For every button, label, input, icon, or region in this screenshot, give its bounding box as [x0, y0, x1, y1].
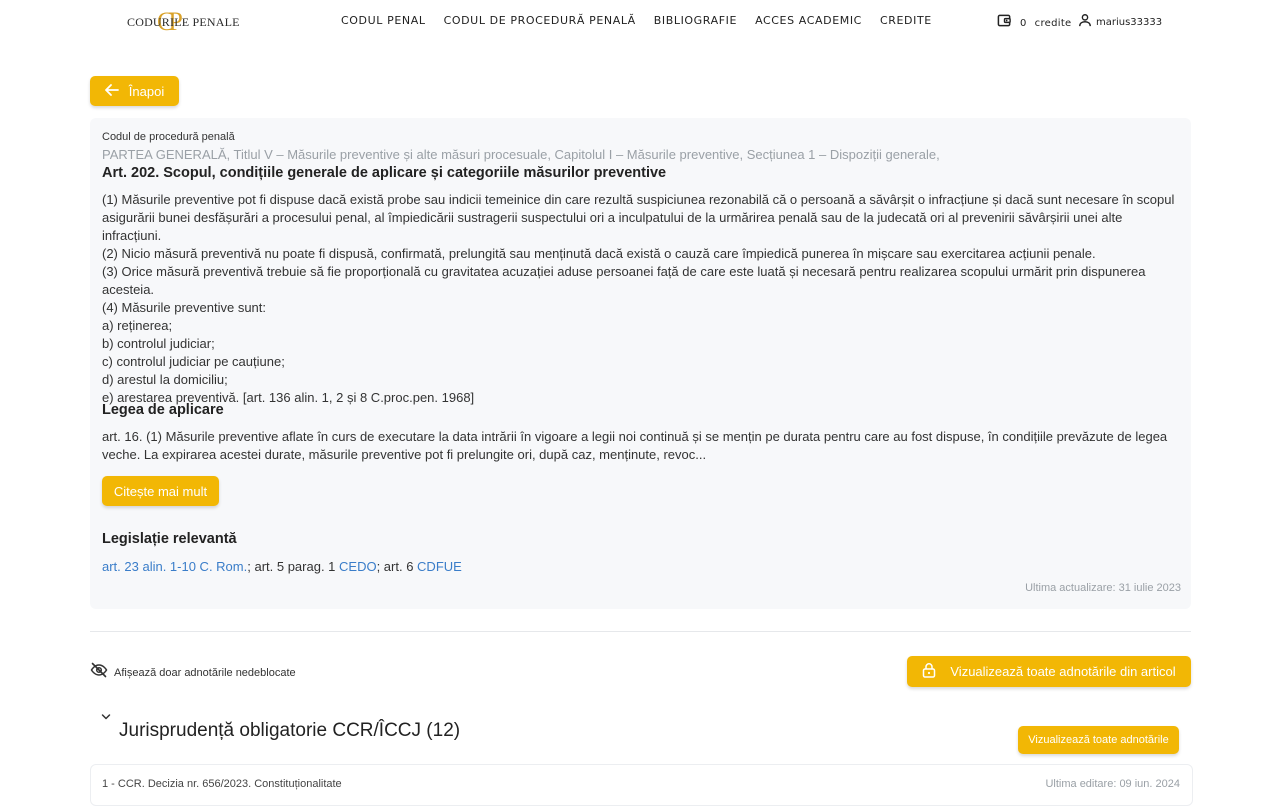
top-navbar: CP CODURILE PENALE CODUL PENAL CODUL DE …	[0, 0, 1280, 44]
arrow-left-icon	[104, 83, 119, 99]
back-label: Înapoi	[128, 83, 165, 99]
article-paragraph: b) controlul judiciar;	[102, 336, 215, 351]
article-paragraph: a) reținerea;	[102, 318, 173, 333]
view-all-annotations-button[interactable]: Vizualizează toate adnotările	[1018, 726, 1179, 754]
article-paragraph: d) arestul la domiciliu;	[102, 372, 228, 387]
breadcrumb: PARTEA GENERALĂ, Titlul V – Măsurile pre…	[102, 147, 940, 162]
credits-count: 0	[1020, 17, 1027, 29]
article-title: Art. 202. Scopul, condițiile generale de…	[102, 165, 667, 181]
lock-icon	[922, 662, 936, 681]
annotation-edit-date: Ultima editare: 09 iun. 2024	[1045, 778, 1180, 790]
legis-separator: ; art. 5 parag. 1	[247, 559, 340, 574]
nav-credite[interactable]: CREDITE	[880, 14, 932, 27]
nav-acces-academic[interactable]: ACCES ACADEMIC	[755, 14, 862, 27]
divider	[90, 631, 1191, 632]
article-card: Codul de procedură penală PARTEA GENERAL…	[90, 118, 1191, 609]
nav-bibliografie[interactable]: BIBLIOGRAFIE	[654, 14, 737, 27]
site-logo[interactable]: CP CODURILE PENALE	[127, 8, 239, 36]
law-section-title: Legea de aplicare	[102, 402, 224, 418]
article-paragraph: (3) Orice măsură preventivă trebuie să f…	[102, 264, 1146, 297]
user-menu[interactable]: marius33333	[1078, 13, 1162, 32]
article-body: (1) Măsurile preventive pot fi dispuse d…	[102, 191, 1180, 407]
legislation-links: art. 23 alin. 1-10 C. Rom.; art. 5 parag…	[102, 559, 462, 574]
article-paragraph: e) arestarea preventivă. [art. 136 alin.…	[102, 390, 475, 405]
show-unlocked-toggle[interactable]: Afișează doar adnotările nedeblocate	[90, 662, 296, 683]
show-unlocked-label: Afișează doar adnotările nedeblocate	[114, 666, 296, 679]
credits-indicator[interactable]: 0 credite	[997, 13, 1072, 33]
legis-link-cdfue[interactable]: CDFUE	[417, 559, 462, 574]
chevron-down-icon[interactable]	[101, 708, 111, 726]
article-paragraph: c) controlul judiciar pe cauțiune;	[102, 354, 285, 369]
credits-label: credite	[1034, 17, 1072, 29]
wallet-icon	[997, 13, 1012, 33]
legislation-title: Legislație relevantă	[102, 531, 237, 547]
main-nav: CODUL PENAL CODUL DE PROCEDURĂ PENALĂ BI…	[341, 14, 932, 27]
view-all-article-label: Vizualizează toate adnotările din artico…	[950, 664, 1176, 679]
article-paragraph: (2) Nicio măsură preventivă nu poate fi …	[102, 246, 1096, 261]
jurisprudence-section-title: Jurisprudență obligatorie CCR/ÎCCJ (12)	[119, 720, 461, 741]
logo-text: CODURILE PENALE	[127, 15, 240, 29]
legis-link-cedo[interactable]: CEDO	[339, 559, 377, 574]
user-icon	[1078, 13, 1092, 32]
annotation-label: 1 - CCR. Decizia nr. 656/2023. Constituț…	[102, 778, 342, 790]
last-updated: Ultima actualizare: 31 iulie 2023	[1025, 582, 1181, 594]
nav-codul-penal[interactable]: CODUL PENAL	[341, 14, 426, 27]
legis-separator: ; art. 6	[376, 559, 418, 574]
back-button[interactable]: Înapoi	[90, 76, 179, 106]
law-text: art. 16. (1) Măsurile preventive aflate …	[102, 429, 1168, 462]
view-all-article-annotations-button[interactable]: Vizualizează toate adnotările din artico…	[907, 656, 1191, 687]
article-paragraph: (1) Măsurile preventive pot fi dispuse d…	[102, 192, 1175, 243]
read-more-button[interactable]: Citește mai mult	[102, 476, 219, 506]
legis-link-constitution[interactable]: art. 23 alin. 1-10 C. Rom.	[102, 559, 247, 574]
eye-off-icon	[90, 662, 108, 683]
nav-codul-procedura-penala[interactable]: CODUL DE PROCEDURĂ PENALĂ	[444, 14, 636, 27]
article-paragraph: (4) Măsurile preventive sunt:	[102, 300, 267, 315]
code-name: Codul de procedură penală	[102, 131, 235, 143]
username: marius33333	[1096, 17, 1163, 28]
